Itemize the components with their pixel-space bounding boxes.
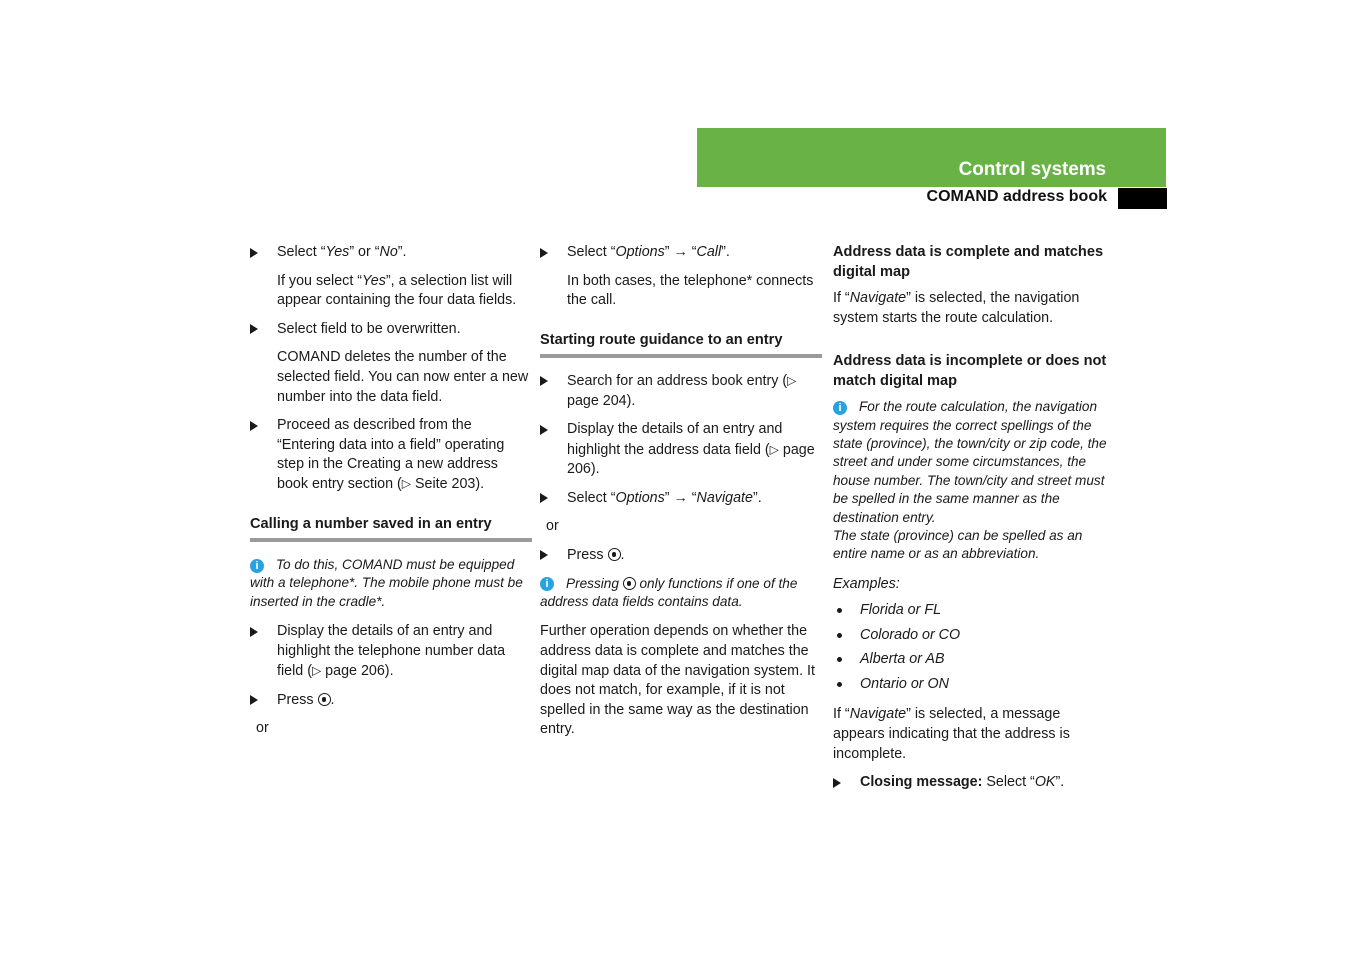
section-title: Control systems bbox=[958, 159, 1106, 180]
instruction-step: Press . bbox=[540, 546, 822, 566]
column-middle: Select “Options” → “Call”. In both cases,… bbox=[540, 243, 822, 749]
instruction-step-text: Search for an address book entry (▷ page… bbox=[567, 373, 797, 409]
step-triangle-icon bbox=[250, 420, 258, 431]
body-paragraph: If you select “Yes”, a selection list wi… bbox=[277, 272, 517, 309]
col2-steps-group: Select “Options” → “Call”. In both cases,… bbox=[540, 243, 822, 311]
col1-info-note-text: To do this, COMAND must be equipped with… bbox=[250, 557, 523, 609]
instruction-step-text: Proceed as described from the “Entering … bbox=[277, 417, 505, 493]
list-item: Colorado or CO bbox=[833, 623, 1115, 648]
info-note-text: Pressing only functions if one of the ad… bbox=[540, 575, 798, 609]
bullet-dot-icon bbox=[837, 657, 842, 663]
col1-steps-group: Select “Yes” or “No”. If you select “Yes”… bbox=[250, 243, 532, 495]
list-item: Ontario or ON bbox=[833, 672, 1115, 697]
chapter-thumb-tab bbox=[1118, 188, 1167, 209]
step-triangle-icon bbox=[540, 424, 548, 435]
col1-subheading-rule bbox=[250, 538, 532, 543]
bullet-dot-icon bbox=[837, 632, 842, 638]
instruction-step-text: Display the details of an entry and high… bbox=[277, 623, 506, 679]
step-triangle-icon bbox=[250, 695, 258, 706]
column-left: Select “Yes” or “No”. If you select “Yes”… bbox=[250, 243, 532, 748]
step-triangle-icon bbox=[250, 247, 258, 258]
list-item: Alberta or AB bbox=[833, 647, 1115, 672]
list-item: Florida or FL bbox=[833, 598, 1115, 623]
step-triangle-icon bbox=[540, 550, 548, 561]
header-accent-bar: Control systems bbox=[697, 128, 1166, 187]
step-triangle-icon bbox=[540, 493, 548, 504]
instruction-step: Proceed as described from the “Entering … bbox=[250, 416, 532, 495]
col3-info-note-text: For the route calculation, the navigatio… bbox=[833, 399, 1107, 562]
instruction-step: Display the details of an entry and high… bbox=[540, 420, 822, 479]
column-right: Address data is complete and matches dig… bbox=[833, 243, 1115, 802]
col1-steps-group-2: Display the details of an entry and high… bbox=[250, 622, 532, 738]
instruction-step: Press . bbox=[250, 691, 532, 711]
step-triangle-icon bbox=[540, 376, 548, 387]
instruction-step: Search for an address book entry (▷ page… bbox=[540, 372, 822, 412]
col3-closing-step: Closing message: Select “OK”. bbox=[833, 773, 1115, 793]
alternative-connector: or bbox=[546, 518, 559, 535]
col2-subheading-rule bbox=[540, 353, 822, 358]
alternative-connector: or bbox=[256, 720, 269, 737]
subsection-title: COMAND address book bbox=[926, 188, 1107, 205]
col1-info-note: i To do this, COMAND must be equipped wit… bbox=[250, 556, 532, 611]
col3-para-complete: If “Navigate” is selected, the navigatio… bbox=[833, 290, 1080, 326]
instruction-step-text: Select “Options” → “Call”. bbox=[567, 244, 730, 260]
info-icon: i bbox=[540, 577, 554, 592]
col3-examples-list: Florida or FL Colorado or CO Alberta or AB… bbox=[833, 598, 1115, 696]
instruction-step: Select field to be overwritten. bbox=[250, 320, 532, 340]
info-icon: i bbox=[250, 558, 264, 573]
col2-subheading: Starting route guidance to an entry bbox=[540, 331, 783, 348]
col3-closing-step-text: Closing message: Select “OK”. bbox=[860, 774, 1065, 791]
instruction-step-text: Press . bbox=[567, 546, 625, 563]
instruction-step: Select “Yes” or “No”. bbox=[250, 243, 532, 263]
bullet-dot-icon bbox=[837, 608, 842, 614]
step-triangle-icon bbox=[833, 777, 841, 788]
col3-heading-complete: Address data is complete and matches dig… bbox=[833, 244, 1104, 280]
info-note: i Pressing only functions if one of the a… bbox=[540, 575, 822, 612]
instruction-step: Display the details of an entry and high… bbox=[250, 622, 532, 681]
col3-examples-label: Examples: bbox=[833, 575, 900, 592]
instruction-step: Select “Options” → “Navigate”. bbox=[540, 489, 822, 509]
instruction-step-text: Press . bbox=[277, 691, 335, 708]
body-paragraph: Further operation depends on whether the… bbox=[540, 623, 815, 738]
instruction-step-text: Display the details of an entry and high… bbox=[567, 421, 815, 478]
col3-para-incomplete: If “Navigate” is selected, a message app… bbox=[833, 706, 1070, 762]
col2-steps-group-2: Search for an address book entry (▷ page… bbox=[540, 372, 822, 740]
step-triangle-icon bbox=[250, 324, 258, 335]
col3-info-note: i For the route calculation, the navigati… bbox=[833, 398, 1115, 564]
info-icon: i bbox=[833, 400, 847, 415]
step-triangle-icon bbox=[250, 626, 258, 637]
instruction-step-text: Select field to be overwritten. bbox=[277, 320, 461, 337]
bullet-dot-icon bbox=[837, 681, 842, 687]
step-triangle-icon bbox=[540, 247, 548, 258]
col1-subheading: Calling a number saved in an entry bbox=[250, 516, 492, 533]
instruction-step: Select “Options” → “Call”. bbox=[540, 243, 822, 263]
body-paragraph: COMAND deletes the number of the selecte… bbox=[277, 349, 529, 405]
body-paragraph: In both cases, the telephone* connects t… bbox=[567, 272, 814, 309]
instruction-step-text: Select “Yes” or “No”. bbox=[277, 244, 407, 260]
instruction-step-text: Select “Options” → “Navigate”. bbox=[567, 489, 762, 506]
col3-heading-incomplete: Address data is incomplete or does not m… bbox=[833, 353, 1107, 389]
